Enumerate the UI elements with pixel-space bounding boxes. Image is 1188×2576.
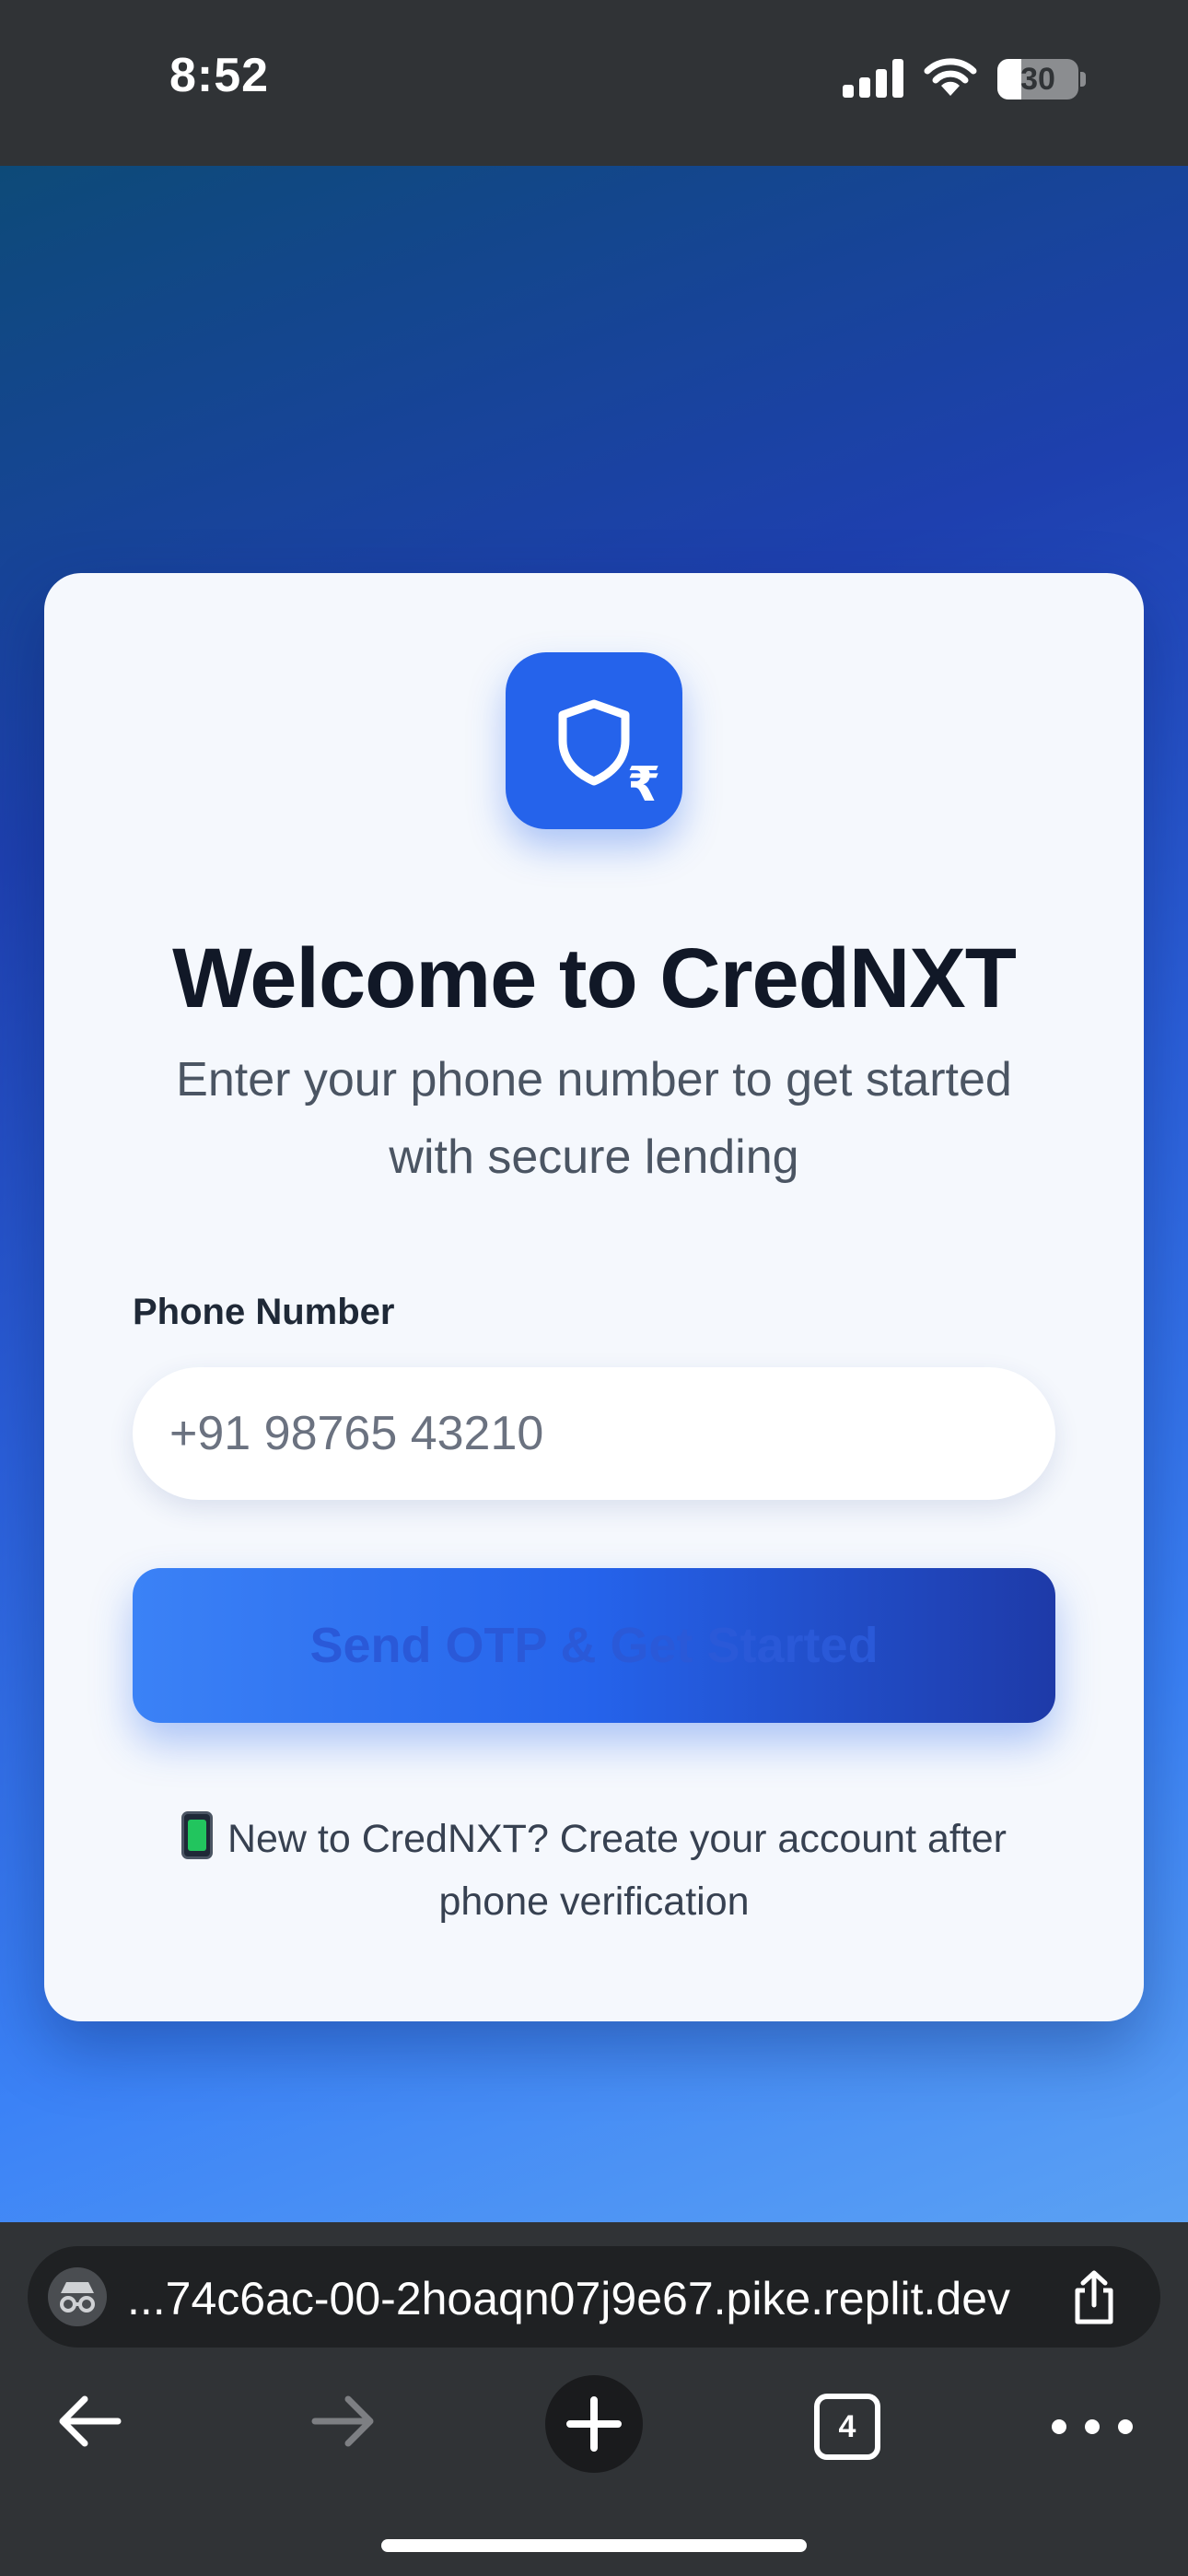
page-title: Welcome to CredNXT bbox=[172, 931, 1017, 1025]
share-icon[interactable] bbox=[1068, 2270, 1120, 2325]
signup-note-text: New to CredNXT? Create your account afte… bbox=[227, 1817, 1007, 1924]
back-icon[interactable] bbox=[53, 2375, 127, 2467]
browser-toolbar: ...74c6ac-00-2hoaqn07j9e67.pike.replit.d… bbox=[0, 2222, 1188, 2576]
app-logo: ₹ bbox=[506, 652, 682, 829]
signal-icon bbox=[843, 59, 905, 98]
tabs-icon[interactable]: 4 bbox=[814, 2394, 880, 2460]
status-bar: 8:52 30 bbox=[0, 0, 1188, 166]
incognito-icon[interactable] bbox=[48, 2267, 107, 2326]
rupee-badge: ₹ bbox=[627, 758, 661, 812]
phone-number-input[interactable] bbox=[133, 1367, 1055, 1500]
new-tab-icon[interactable] bbox=[545, 2375, 643, 2473]
mobile-phone-icon bbox=[181, 1811, 213, 1859]
more-icon[interactable] bbox=[1048, 2416, 1136, 2438]
forward-icon[interactable] bbox=[306, 2375, 379, 2467]
wifi-icon bbox=[924, 58, 977, 96]
address-bar[interactable]: ...74c6ac-00-2hoaqn07j9e67.pike.replit.d… bbox=[28, 2246, 1160, 2348]
battery-icon: 30 bbox=[997, 59, 1086, 100]
phone-number-label: Phone Number bbox=[133, 1292, 395, 1332]
page-subtitle: Enter your phone number to get started w… bbox=[176, 1053, 1012, 1184]
status-time: 8:52 bbox=[169, 49, 270, 102]
home-indicator[interactable] bbox=[381, 2539, 807, 2552]
login-card: ₹ Welcome to CredNXT Enter your phone nu… bbox=[44, 573, 1144, 2021]
url-text[interactable]: ...74c6ac-00-2hoaqn07j9e67.pike.replit.d… bbox=[127, 2272, 1010, 2325]
battery-level: 30 bbox=[1020, 62, 1055, 97]
signup-note: New to CredNXT? Create your account afte… bbox=[146, 1808, 1042, 1933]
send-otp-button[interactable]: Send OTP & Get Started bbox=[133, 1568, 1055, 1723]
